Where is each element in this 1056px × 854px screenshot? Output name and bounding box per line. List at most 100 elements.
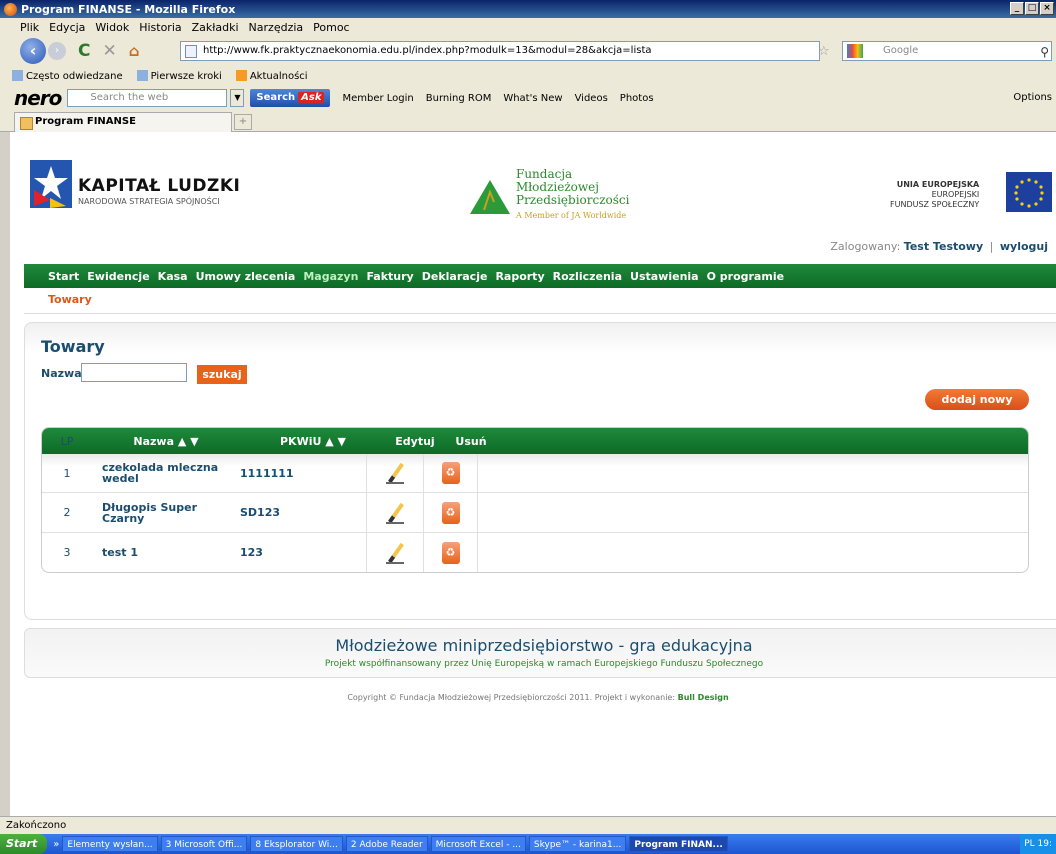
nav-start[interactable]: Start	[48, 270, 79, 283]
table-header: LP Nazwa ▲ ▼ PKWiU ▲ ▼ Edytuj Usuń	[42, 428, 1028, 454]
footer-title: Młodzieżowe miniprzedsiębiorstwo - gra e…	[335, 636, 753, 655]
taskbar-item-explorer[interactable]: 8 Eksplorator Wi...	[250, 836, 343, 852]
language-indicator[interactable]: PL	[1024, 839, 1034, 849]
row-lp: 3	[63, 546, 71, 559]
url-bar[interactable]: http://www.fk.praktycznaekonomia.edu.pl/…	[180, 41, 820, 61]
login-info: Zalogowany: Test Testowy | wyloguj	[830, 240, 1048, 253]
header-delete: Usuń	[455, 434, 487, 448]
tab-program-finanse[interactable]: Program FINANSE	[14, 112, 232, 132]
bookmark-star-icon[interactable]: ☆	[818, 44, 830, 59]
nav-raporty[interactable]: Raporty	[495, 270, 544, 283]
forward-button[interactable]: ›	[48, 42, 66, 60]
nav-umowy-zlecenia[interactable]: Umowy zlecenia	[196, 270, 296, 283]
table-row: 1 czekolada mleczna wedel 1111111 ♻	[42, 454, 1028, 492]
menu-narzedzia[interactable]: Narzędzia	[249, 21, 304, 34]
start-button[interactable]: Start	[0, 834, 48, 854]
edit-pencil-icon[interactable]	[386, 542, 404, 564]
bookmark-pierwsze-kroki[interactable]: Pierwsze kroki	[137, 70, 222, 82]
row-delete-cell: ♻	[424, 533, 478, 572]
add-new-button[interactable]: dodaj nowy	[925, 389, 1029, 410]
url-text: http://www.fk.praktycznaekonomia.edu.pl/…	[203, 45, 652, 56]
new-tab-button[interactable]: +	[234, 114, 252, 130]
row-nazwa-link[interactable]: czekolada mleczna wedel	[92, 462, 230, 484]
maximize-button[interactable]: □	[1025, 2, 1039, 15]
menu-historia[interactable]: Historia	[139, 21, 181, 34]
author-link[interactable]: Bull Design	[678, 693, 729, 702]
trash-icon[interactable]: ♻	[441, 501, 460, 524]
search-input[interactable]	[81, 363, 187, 382]
chevron-down-icon[interactable]: ▼	[230, 89, 245, 107]
taskbar-item-office[interactable]: 3 Microsoft Offi...	[160, 836, 248, 852]
nav-ewidencje[interactable]: Ewidencje	[87, 270, 149, 283]
menu-bar: Plik Edycja Widok Historia Zakładki Narz…	[0, 18, 1056, 36]
row-nazwa-link[interactable]: test 1	[92, 547, 230, 558]
table-row: 2 Długopis Super Czarny SD123 ♻	[42, 492, 1028, 532]
edit-pencil-icon[interactable]	[386, 462, 404, 484]
bookmarks-toolbar: Często odwiedzane Pierwsze kroki Aktualn…	[0, 66, 1056, 86]
nero-search-button[interactable]: Search Ask	[250, 89, 331, 107]
page-icon	[185, 45, 197, 58]
edit-pencil-icon[interactable]	[386, 502, 404, 524]
kapital-ludzki-title: KAPITAŁ LUDZKI	[78, 176, 241, 196]
menu-plik[interactable]: Plik	[20, 21, 39, 34]
sub-nav: Towary	[24, 288, 1056, 314]
bookmark-czesto-odwiedzane[interactable]: Często odwiedzane	[12, 70, 123, 82]
quicklaunch-more[interactable]: »	[53, 839, 59, 850]
header-lp: LP	[60, 434, 74, 448]
nero-burning-rom[interactable]: Burning ROM	[426, 93, 492, 104]
stop-icon[interactable]: ✕	[102, 41, 116, 61]
main-nav: Start Ewidencje Kasa Umowy zlecenia Maga…	[24, 264, 1056, 288]
nav-rozliczenia[interactable]: Rozliczenia	[553, 270, 622, 283]
menu-edycja[interactable]: Edycja	[49, 21, 85, 34]
nero-options[interactable]: Options	[1013, 92, 1052, 103]
nav-deklaracje[interactable]: Deklaracje	[422, 270, 488, 283]
trash-icon[interactable]: ♻	[441, 462, 460, 484]
search-bar[interactable]: Google ⚲	[842, 41, 1052, 61]
nero-whats-new[interactable]: What's New	[503, 93, 562, 104]
ue-line1: UNIA EUROPEJSKA	[896, 180, 980, 189]
fundacja-line3: Przedsiębiorczości	[516, 193, 630, 207]
menu-pomoc[interactable]: Pomoc	[313, 21, 349, 34]
taskbar-item-elementy[interactable]: Elementy wysłan...	[62, 836, 158, 852]
search-button[interactable]: szukaj	[197, 365, 247, 384]
subnav-towary[interactable]: Towary	[48, 293, 92, 306]
minimize-button[interactable]: _	[1010, 2, 1024, 15]
nero-videos[interactable]: Videos	[575, 93, 608, 104]
search-bar-placeholder: Google	[883, 45, 919, 56]
menu-zakladki[interactable]: Zakładki	[192, 21, 239, 34]
taskbar-item-excel[interactable]: Microsoft Excel - ...	[430, 836, 526, 852]
search-icon[interactable]: ⚲	[1040, 43, 1049, 61]
content-panel: Towary Nazwa: szukaj dodaj nowy LP Nazwa…	[24, 322, 1056, 620]
header-nazwa-sort[interactable]: Nazwa ▲ ▼	[92, 435, 240, 448]
menu-widok[interactable]: Widok	[95, 21, 129, 34]
nero-search-input[interactable]: Search the web	[67, 89, 228, 107]
logout-link[interactable]: wyloguj	[1000, 240, 1048, 253]
table-row: 3 test 1 123 ♻	[42, 532, 1028, 572]
reload-icon[interactable]: C	[78, 41, 90, 61]
nero-photos[interactable]: Photos	[620, 93, 654, 104]
taskbar-item-program-finanse[interactable]: Program FINAN...	[629, 836, 728, 852]
close-button[interactable]: ×	[1040, 2, 1054, 15]
nav-o-programie[interactable]: O programie	[707, 270, 784, 283]
system-tray: PL 19:	[1020, 834, 1056, 854]
nav-faktury[interactable]: Faktury	[366, 270, 413, 283]
trash-icon[interactable]: ♻	[441, 541, 460, 564]
taskbar: Start » Elementy wysłan... 3 Microsoft O…	[0, 834, 1056, 854]
row-edit-cell	[366, 454, 424, 492]
nav-kasa[interactable]: Kasa	[158, 270, 188, 283]
bookmark-aktualnosci[interactable]: Aktualności	[236, 70, 308, 82]
nero-search-placeholder: Search the web	[90, 92, 169, 103]
products-table: LP Nazwa ▲ ▼ PKWiU ▲ ▼ Edytuj Usuń 1 cze…	[41, 427, 1029, 573]
row-nazwa-link[interactable]: Długopis Super Czarny	[92, 502, 230, 524]
taskbar-item-adobe[interactable]: 2 Adobe Reader	[345, 836, 428, 852]
nero-member-login[interactable]: Member Login	[342, 93, 413, 104]
home-icon[interactable]: ⌂	[129, 42, 140, 60]
header-pkwiu-sort[interactable]: PKWiU ▲ ▼	[240, 435, 386, 448]
google-icon	[847, 44, 863, 58]
copyright: Copyright © Fundacja Młodzieżowej Przeds…	[10, 693, 1056, 702]
taskbar-item-skype[interactable]: Skype™ - karina1...	[528, 836, 627, 852]
nav-ustawienia[interactable]: Ustawienia	[630, 270, 699, 283]
row-pkwiu: 123	[240, 546, 263, 559]
back-button[interactable]: ‹	[20, 38, 46, 64]
nav-magazyn[interactable]: Magazyn	[303, 270, 358, 283]
